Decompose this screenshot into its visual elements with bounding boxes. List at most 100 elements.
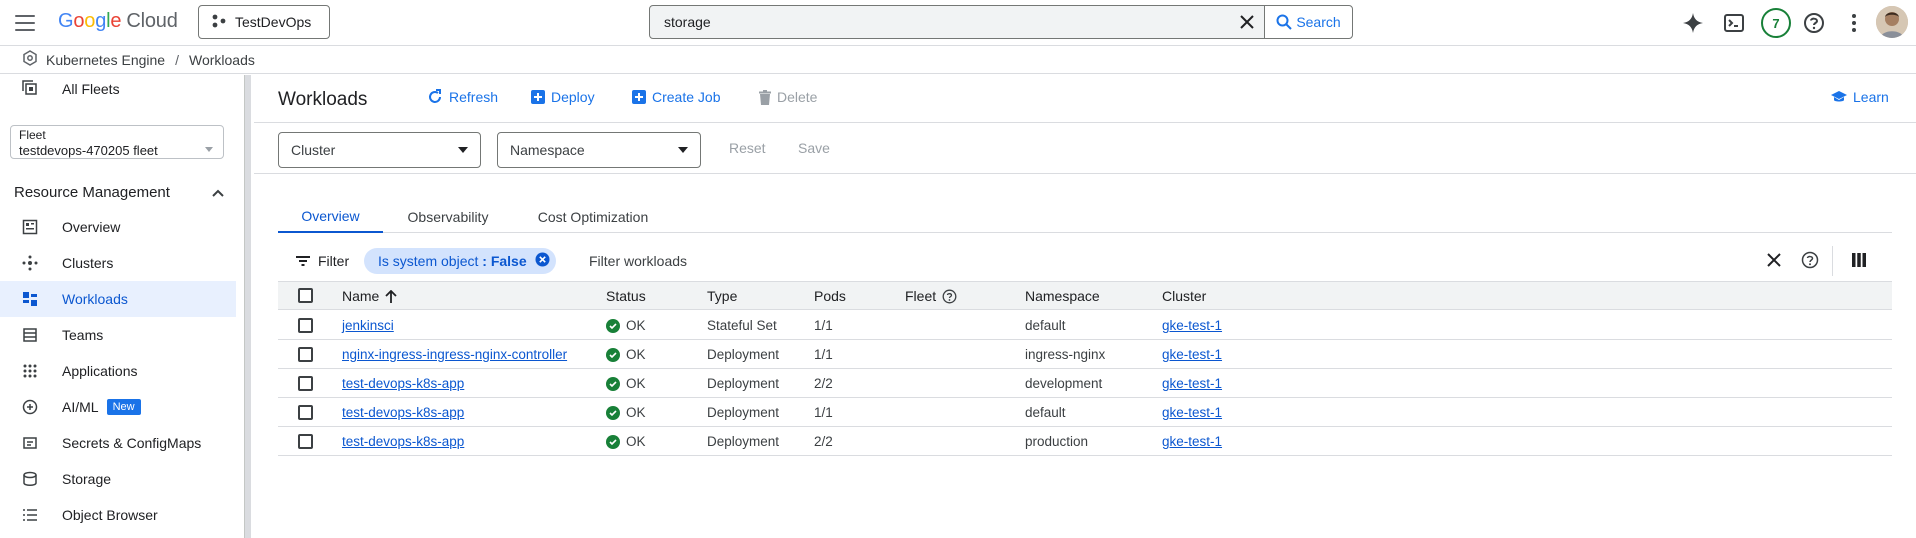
column-header-name[interactable]: Name	[342, 288, 397, 304]
google-cloud-logo[interactable]: Google Cloud	[58, 10, 178, 33]
chevron-down-icon	[458, 147, 468, 153]
table-row: jenkinsci OK Stateful Set 1/1 default gk…	[278, 311, 1892, 340]
sidebar-item-label: AI/ML	[62, 399, 99, 415]
sidebar-item-all-fleets[interactable]: All Fleets	[0, 75, 236, 103]
workload-name-link[interactable]: test-devops-k8s-app	[342, 434, 464, 449]
sidebar-resize-handle[interactable]	[244, 75, 251, 538]
tab-cost-optimization[interactable]: Cost Optimization	[523, 200, 663, 233]
namespace-cell: default	[1025, 318, 1066, 333]
main-menu-icon[interactable]	[14, 12, 36, 34]
fleet-select[interactable]: Fleet testdevops-470205 fleet	[10, 125, 224, 159]
breadcrumb-product[interactable]: Kubernetes Engine	[46, 52, 165, 68]
clear-filters-icon[interactable]	[1767, 253, 1781, 272]
row-checkbox[interactable]	[298, 318, 313, 333]
help-icon[interactable]	[942, 289, 957, 304]
system-object-filter-chip[interactable]: Is system object : False	[364, 248, 556, 274]
column-display-options-icon[interactable]	[1852, 253, 1866, 272]
chip-remove-icon[interactable]	[535, 252, 550, 270]
cluster-dropdown[interactable]: Cluster	[278, 132, 481, 168]
workload-name-link[interactable]: test-devops-k8s-app	[342, 405, 464, 420]
filter-button[interactable]: Filter	[296, 253, 349, 269]
gemini-sparkle-icon[interactable]	[1679, 9, 1707, 37]
help-icon[interactable]	[1800, 9, 1828, 37]
sidebar-item-label: Overview	[62, 219, 121, 235]
row-checkbox[interactable]	[298, 405, 313, 420]
delete-button[interactable]: Delete	[759, 89, 817, 105]
sidebar-item-storage[interactable]: Storage	[0, 461, 236, 497]
sidebar-item-applications[interactable]: Applications	[0, 353, 236, 389]
tab-overview[interactable]: Overview	[278, 200, 383, 233]
pods-cell: 1/1	[814, 405, 833, 420]
sidebar-item-clusters[interactable]: Clusters	[0, 245, 236, 281]
cluster-link[interactable]: gke-test-1	[1162, 405, 1222, 420]
table-filter-row: Filter Is system object : False Filter w…	[278, 240, 1892, 282]
learn-label: Learn	[1853, 89, 1889, 105]
tab-observability[interactable]: Observability	[393, 200, 503, 233]
row-checkbox[interactable]	[298, 376, 313, 391]
refresh-label: Refresh	[449, 89, 499, 105]
refresh-icon	[429, 89, 441, 103]
sort-ascending-icon	[385, 289, 397, 303]
search-input[interactable]	[650, 6, 1230, 38]
type-cell: Deployment	[707, 434, 780, 449]
sidebar-item-label: Applications	[62, 363, 138, 379]
cluster-link[interactable]: gke-test-1	[1162, 347, 1222, 362]
search-button[interactable]: Search	[1264, 6, 1352, 38]
filter-help-icon[interactable]	[1801, 251, 1819, 274]
sidebar-item-ai-ml[interactable]: AI/ML New	[0, 389, 236, 425]
column-header-status[interactable]: Status	[606, 288, 646, 304]
type-cell: Deployment	[707, 376, 780, 391]
notifications-button[interactable]: 7	[1759, 6, 1793, 40]
action-toolbar: Workloads Refresh Deploy Create Job Dele…	[254, 75, 1916, 123]
cluster-link[interactable]: gke-test-1	[1162, 318, 1222, 333]
column-header-type[interactable]: Type	[707, 288, 737, 304]
sidebar-item-label: Workloads	[62, 291, 128, 307]
create-job-label: Create Job	[652, 89, 721, 105]
sidebar-item-overview[interactable]: Overview	[0, 209, 236, 245]
chevron-down-icon	[678, 147, 688, 153]
cloud-shell-icon[interactable]	[1720, 9, 1748, 37]
learn-button[interactable]: Learn	[1831, 89, 1889, 105]
create-job-button[interactable]: Create Job	[632, 89, 720, 105]
cluster-link[interactable]: gke-test-1	[1162, 376, 1222, 391]
filter-workloads-input[interactable]: Filter workloads	[589, 253, 687, 269]
save-button[interactable]: Save	[798, 140, 830, 156]
clear-search-icon[interactable]	[1230, 6, 1264, 38]
refresh-button[interactable]: Refresh	[427, 89, 498, 105]
column-header-fleet[interactable]: Fleet	[905, 288, 957, 304]
table-row: test-devops-k8s-app OK Deployment 2/2 de…	[278, 369, 1892, 398]
filter-label: Filter	[318, 253, 350, 269]
sidebar-item-label: Storage	[62, 471, 112, 487]
clusters-icon	[22, 255, 38, 271]
sidebar-item-label: Teams	[62, 327, 104, 343]
cluster-link[interactable]: gke-test-1	[1162, 434, 1222, 449]
row-checkbox[interactable]	[298, 434, 313, 449]
project-picker-button[interactable]: TestDevOps	[198, 5, 330, 39]
pods-cell: 1/1	[814, 347, 833, 362]
sidebar-item-teams[interactable]: Teams	[0, 317, 236, 353]
kubernetes-engine-icon	[22, 50, 38, 69]
sidebar-item-object-browser[interactable]: Object Browser	[0, 497, 236, 533]
type-cell: Stateful Set	[707, 318, 777, 333]
column-header-cluster[interactable]: Cluster	[1162, 288, 1206, 304]
check-circle-icon	[606, 405, 620, 420]
reset-button[interactable]: Reset	[729, 140, 766, 156]
sidebar-item-workloads[interactable]: Workloads	[0, 281, 236, 317]
select-all-checkbox[interactable]	[298, 288, 313, 303]
namespace-dropdown[interactable]: Namespace	[497, 132, 701, 168]
workload-name-link[interactable]: test-devops-k8s-app	[342, 376, 464, 391]
resource-management-section-toggle[interactable]: Resource Management	[14, 181, 224, 203]
school-icon	[1831, 91, 1847, 102]
workload-name-link[interactable]: jenkinsci	[342, 318, 394, 333]
sidebar-item-secrets-configmaps[interactable]: Secrets & ConfigMaps	[0, 425, 236, 461]
more-options-icon[interactable]	[1840, 9, 1868, 37]
user-avatar[interactable]	[1876, 6, 1908, 38]
row-checkbox[interactable]	[298, 347, 313, 362]
column-header-namespace[interactable]: Namespace	[1025, 288, 1100, 304]
check-circle-icon	[606, 318, 620, 333]
sidebar: All Fleets Fleet testdevops-470205 fleet…	[0, 75, 240, 538]
column-header-pods[interactable]: Pods	[814, 288, 846, 304]
workload-name-link[interactable]: nginx-ingress-ingress-nginx-controller	[342, 347, 567, 362]
sidebar-item-label: Clusters	[62, 255, 114, 271]
deploy-button[interactable]: Deploy	[531, 89, 595, 105]
